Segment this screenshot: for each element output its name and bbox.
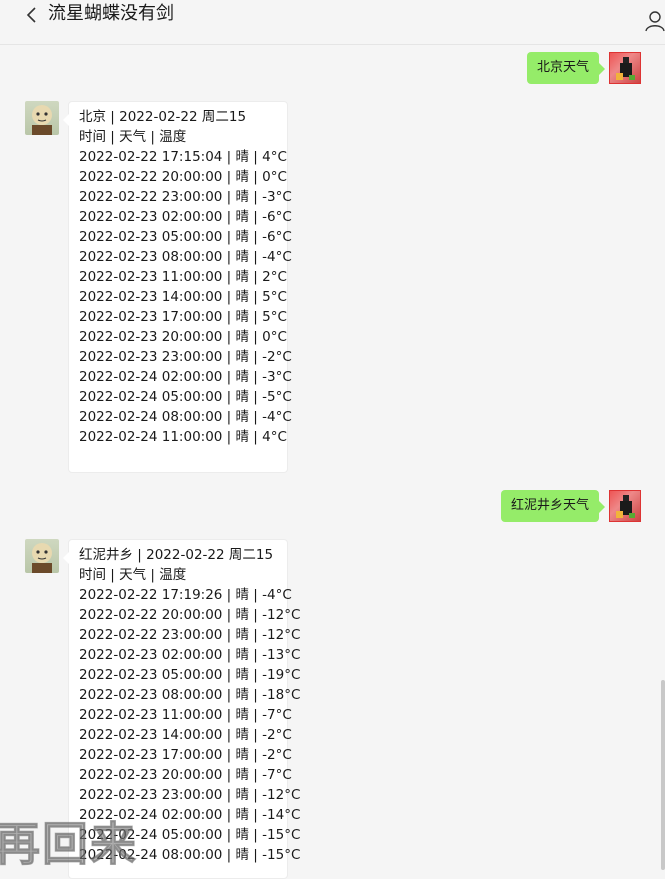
message-bubble-incoming[interactable]: 红泥井乡 | 2022-02-22 周二15 时间 | 天气 | 温度 2022-0… <box>63 539 301 879</box>
forecast-line: 2022-02-23 11:00:00 | 晴 | 2°C <box>79 269 287 285</box>
forecast-line: 2022-02-24 02:00:00 | 晴 | -3°C <box>79 369 292 385</box>
person-icon[interactable] <box>645 10 665 32</box>
forecast-line: 2022-02-23 05:00:00 | 晴 | -6°C <box>79 229 292 245</box>
forecast-line: 2022-02-24 08:00:00 | 晴 | -4°C <box>79 409 292 425</box>
forecast-line: 2022-02-24 08:00:00 | 晴 | -15°C <box>79 847 301 863</box>
forecast-column-line: 时间 | 天气 | 温度 <box>79 129 187 145</box>
chat-header: 流星蝴蝶没有剑 <box>0 0 665 45</box>
chevron-left-icon[interactable] <box>22 5 42 25</box>
forecast-line: 2022-02-23 20:00:00 | 晴 | 0°C <box>79 329 287 345</box>
forecast-header-line: 北京 | 2022-02-22 周二15 <box>79 109 247 125</box>
forecast-line: 2022-02-23 23:00:00 | 晴 | -2°C <box>79 349 292 365</box>
forecast-line: 2022-02-23 08:00:00 | 晴 | -4°C <box>79 249 292 265</box>
forecast-line: 2022-02-23 23:00:00 | 晴 | -12°C <box>79 787 301 803</box>
forecast-line: 2022-02-22 17:19:26 | 晴 | -4°C <box>79 587 292 603</box>
character-face-icon <box>32 105 52 135</box>
forecast-header-line: 红泥井乡 | 2022-02-22 周二15 <box>79 547 274 563</box>
message-bubble-incoming[interactable]: 北京 | 2022-02-22 周二15 时间 | 天气 | 温度 2022-02-… <box>63 101 292 473</box>
my-avatar[interactable] <box>609 52 641 84</box>
person-figure-icon <box>616 495 635 518</box>
forecast-line: 2022-02-23 14:00:00 | 晴 | 5°C <box>79 289 287 305</box>
forecast-line: 2022-02-23 14:00:00 | 晴 | -2°C <box>79 727 292 743</box>
forecast-line: 2022-02-23 17:00:00 | 晴 | -2°C <box>79 747 292 763</box>
chat-title: 流星蝴蝶没有剑 <box>48 3 174 24</box>
message-bubble-outgoing[interactable]: 红泥井乡天气 <box>500 490 606 522</box>
forecast-line: 2022-02-22 23:00:00 | 晴 | -3°C <box>79 189 292 205</box>
character-face-icon <box>32 543 52 573</box>
forecast-line: 2022-02-24 02:00:00 | 晴 | -14°C <box>79 807 301 823</box>
my-avatar[interactable] <box>609 490 641 522</box>
forecast-line: 2022-02-24 05:00:00 | 晴 | -5°C <box>79 389 292 405</box>
message-outgoing: 北京天气 <box>526 50 641 86</box>
forecast-line: 2022-02-23 20:00:00 | 晴 | -7°C <box>79 767 292 783</box>
forecast-line: 2022-02-24 11:00:00 | 晴 | 4°C <box>79 429 287 445</box>
forecast-line: 2022-02-23 02:00:00 | 晴 | -13°C <box>79 647 301 663</box>
forecast-line: 2022-02-22 23:00:00 | 晴 | -12°C <box>79 627 301 643</box>
forecast-line: 2022-02-23 02:00:00 | 晴 | -6°C <box>79 209 292 225</box>
forecast-line: 2022-02-22 20:00:00 | 晴 | -12°C <box>79 607 301 623</box>
forecast-line: 2022-02-23 05:00:00 | 晴 | -19°C <box>79 667 301 683</box>
forecast-line: 2022-02-24 05:00:00 | 晴 | -15°C <box>79 827 301 843</box>
bot-avatar[interactable] <box>25 539 59 573</box>
message-outgoing: 红泥井乡天气 <box>500 488 641 524</box>
forecast-column-line: 时间 | 天气 | 温度 <box>79 567 187 583</box>
forecast-line: 2022-02-22 20:00:00 | 晴 | 0°C <box>79 169 287 185</box>
scrollbar[interactable] <box>661 680 665 870</box>
person-figure-icon <box>616 57 635 80</box>
bot-avatar[interactable] <box>25 101 59 135</box>
forecast-line: 2022-02-23 11:00:00 | 晴 | -7°C <box>79 707 292 723</box>
forecast-line: 2022-02-23 08:00:00 | 晴 | -18°C <box>79 687 301 703</box>
forecast-line: 2022-02-23 17:00:00 | 晴 | 5°C <box>79 309 287 325</box>
forecast-line: 2022-02-22 17:15:04 | 晴 | 4°C <box>79 149 287 165</box>
message-bubble-outgoing[interactable]: 北京天气 <box>526 52 606 84</box>
